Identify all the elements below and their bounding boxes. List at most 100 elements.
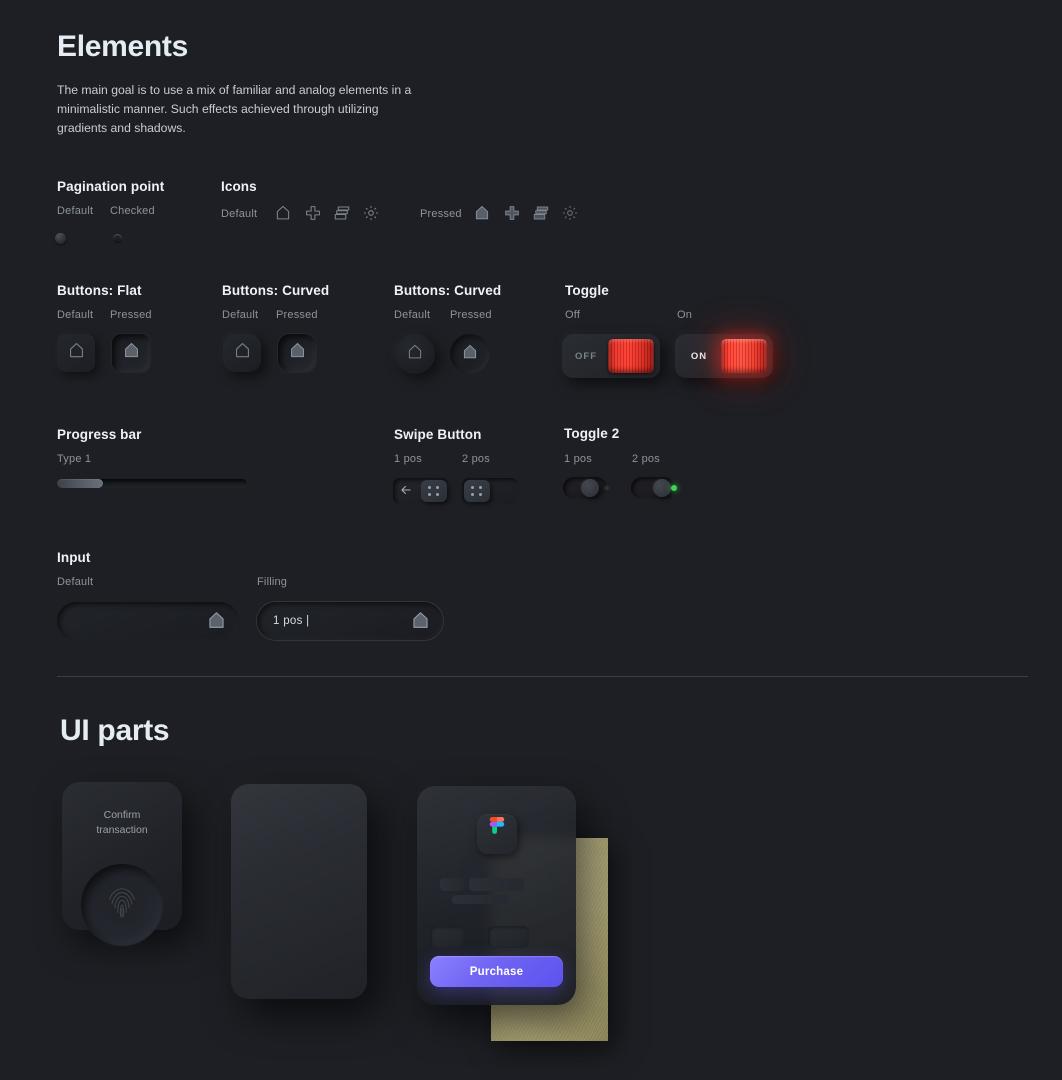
card-purchase[interactable]: Purchase (417, 786, 576, 1005)
grip-dot (428, 492, 431, 496)
fingerprint-icon (105, 884, 139, 927)
confirm-title-line2: transaction (96, 824, 148, 836)
home-icon[interactable] (410, 610, 431, 636)
cards-icon[interactable] (333, 204, 351, 222)
button-round-pressed[interactable] (450, 334, 490, 374)
plus-icon-pressed[interactable] (503, 204, 521, 222)
plus-icon[interactable] (304, 204, 322, 222)
pagination-dot-checked[interactable] (113, 234, 122, 243)
page-description: The main goal is to use a mix of familia… (57, 83, 412, 135)
toggle2-pos1-label: 1 pos (564, 453, 592, 465)
home-icon[interactable] (274, 204, 292, 222)
purchase-button[interactable]: Purchase (430, 956, 563, 987)
gear-icon-pressed[interactable] (561, 204, 579, 222)
button-flat-default[interactable] (57, 334, 95, 372)
input-value: 1 pos | (273, 615, 310, 627)
input-filling-label: Filling (257, 576, 288, 588)
section-title-buttons-curved-2: Buttons: Curved (394, 283, 502, 298)
home-icon (288, 341, 307, 365)
rocker-toggle-off[interactable]: OFF (562, 334, 660, 378)
skeleton-block (430, 926, 464, 948)
progress-type-label: Type 1 (57, 453, 92, 465)
section-title-progress: Progress bar (57, 427, 142, 442)
button-curved-default[interactable] (223, 334, 261, 372)
card-confirm-transaction[interactable]: Confirm transaction (62, 782, 182, 946)
home-icon (461, 343, 479, 366)
button-curved-pressed[interactable] (278, 334, 316, 372)
progress-bar-fill (57, 479, 103, 488)
input-default-label: Default (57, 576, 94, 588)
icons-pressed-label: Pressed (420, 208, 462, 220)
toggle2-knob (653, 479, 671, 497)
grip-dot (471, 486, 474, 489)
swipe-button-pos1[interactable] (393, 478, 449, 504)
grip-dot (435, 486, 439, 489)
rocker-off-text: OFF (575, 350, 597, 362)
home-icon[interactable] (206, 610, 227, 636)
section-title-toggle: Toggle (565, 283, 609, 298)
section-title-pagination: Pagination point (57, 179, 165, 194)
cards-icon-pressed[interactable] (532, 204, 550, 222)
button-round-default[interactable] (395, 334, 435, 374)
progress-bar[interactable] (57, 479, 247, 488)
skeleton-block (488, 926, 529, 948)
grip-dot (471, 492, 474, 496)
rocker-panel (608, 339, 654, 373)
home-icon-pressed[interactable] (473, 204, 491, 222)
confirm-title-line1: Confirm (103, 809, 141, 821)
toggle-on-label: On (677, 309, 693, 321)
section-divider (57, 676, 1028, 677)
home-icon (67, 341, 86, 365)
gear-icon[interactable] (362, 204, 380, 222)
pagination-dot-default[interactable] (55, 233, 66, 244)
swipe-handle[interactable] (421, 480, 447, 502)
icons-default-label: Default (221, 208, 258, 220)
toggle2-pos2[interactable] (631, 477, 675, 499)
pagination-checked-label: Checked (110, 205, 155, 217)
grip-dot (478, 492, 482, 496)
home-icon (233, 341, 252, 365)
section-title-buttons-curved-1: Buttons: Curved (222, 283, 330, 298)
fingerprint-sensor[interactable] (81, 864, 163, 946)
grip-dot (478, 486, 482, 489)
input-default[interactable] (57, 602, 239, 640)
grip-dot (435, 492, 439, 496)
arrow-left-icon (399, 483, 415, 499)
rocker-toggle-on[interactable]: ON (675, 334, 773, 378)
skeleton-bar (452, 895, 509, 904)
toggle2-pos1[interactable] (563, 477, 607, 499)
input-filling[interactable]: 1 pos | (257, 602, 443, 640)
skeleton-bar (469, 878, 524, 891)
pagination-default-label: Default (57, 205, 94, 217)
ui-parts-title: UI parts (60, 714, 170, 747)
rocker-on-text: ON (690, 350, 708, 362)
confirm-card-title: Confirm transaction (62, 808, 182, 838)
grip-dot (428, 486, 431, 489)
home-icon (122, 341, 141, 365)
swipe-button-pos2[interactable] (462, 478, 518, 504)
page-root: Elements The main goal is to use a mix o… (0, 0, 1062, 1080)
flat-pressed-label: Pressed (110, 309, 152, 321)
toggle2-pos2-label: 2 pos (632, 453, 660, 465)
button-flat-pressed[interactable] (112, 334, 150, 372)
section-title-buttons-flat: Buttons: Flat (57, 283, 142, 298)
toggle2-indicator-on (671, 485, 677, 491)
swipe-pos2-label: 2 pos (462, 453, 490, 465)
card-blank[interactable] (231, 784, 367, 999)
curved1-default-label: Default (222, 309, 259, 321)
flat-default-label: Default (57, 309, 94, 321)
toggle2-knob (581, 479, 599, 497)
home-icon (406, 343, 424, 366)
section-title-input: Input (57, 550, 91, 565)
figma-logo-tile[interactable] (476, 814, 517, 854)
skeleton-bar (440, 878, 464, 891)
section-title-swipe: Swipe Button (394, 427, 482, 442)
swipe-handle[interactable] (464, 480, 490, 502)
section-title-toggle2: Toggle 2 (564, 426, 620, 441)
page-title: Elements (57, 30, 188, 63)
toggle-off-label: Off (565, 309, 581, 321)
curved1-pressed-label: Pressed (276, 309, 318, 321)
section-title-icons: Icons (221, 179, 257, 194)
curved2-pressed-label: Pressed (450, 309, 492, 321)
figma-logo (487, 817, 507, 851)
